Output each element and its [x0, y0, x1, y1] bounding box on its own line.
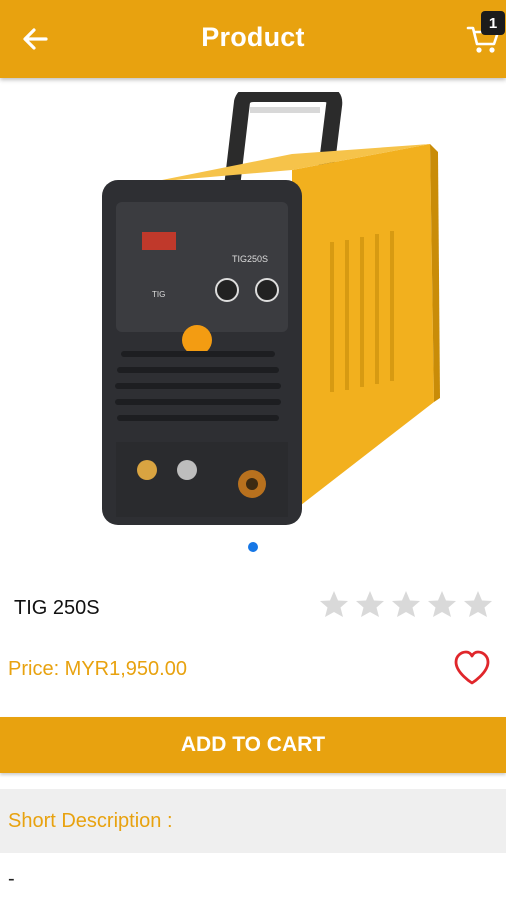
star-icon[interactable] [462, 588, 494, 620]
short-description-label: Short Description : [8, 810, 173, 832]
wishlist-button[interactable] [452, 649, 492, 687]
image-model-label: TIG250S [232, 254, 268, 264]
cart-count-badge: 1 [481, 11, 505, 35]
short-description-value: - [8, 868, 15, 890]
add-to-cart-button[interactable]: ADD TO CART [0, 717, 506, 773]
product-image[interactable]: TIG250S TIG [92, 92, 442, 536]
star-icon[interactable] [390, 588, 422, 620]
image-mode-label: TIG [152, 290, 165, 299]
heart-outline-icon [454, 650, 490, 685]
short-description-section: Short Description : [0, 789, 506, 853]
product-price: Price: MYR1,950.00 [8, 658, 187, 680]
star-icon[interactable] [426, 588, 458, 620]
carousel-indicator[interactable] [248, 542, 258, 552]
star-icon[interactable] [354, 588, 386, 620]
rating-stars[interactable] [318, 588, 498, 622]
page-title: Product [201, 22, 305, 52]
star-icon[interactable] [318, 588, 350, 620]
app-bar: Product 1 [0, 0, 506, 78]
product-name: TIG 250S [14, 597, 100, 619]
